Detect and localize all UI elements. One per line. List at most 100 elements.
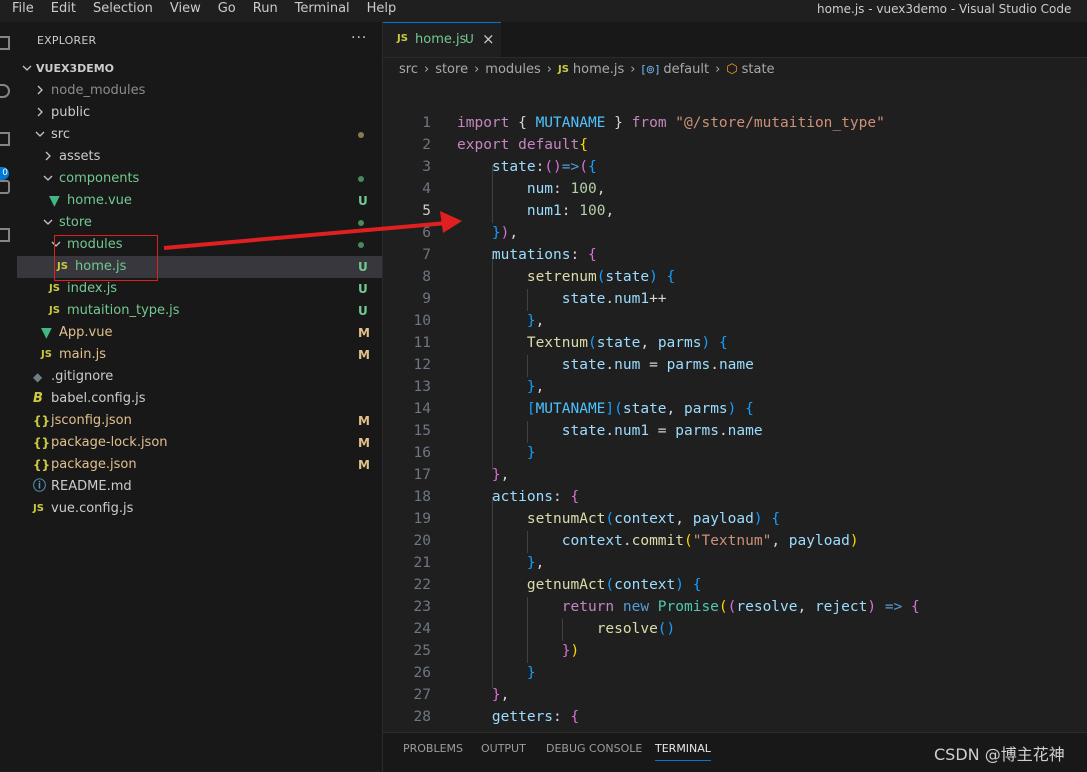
code-line: 24 resolve() xyxy=(383,618,1087,640)
menu-item-terminal[interactable]: Terminal xyxy=(295,0,350,20)
line-number: 10 xyxy=(413,313,431,329)
folder-item[interactable]: assets xyxy=(17,146,382,168)
file-item[interactable]: {} package.json M xyxy=(17,454,382,476)
menu-item-view[interactable]: View xyxy=(170,0,201,20)
menu-item-selection[interactable]: Selection xyxy=(93,0,153,20)
code-token: } xyxy=(526,555,536,571)
root-folder[interactable]: VUEX3DEMO xyxy=(17,58,382,80)
menu-item-file[interactable]: File xyxy=(12,0,34,20)
source-control-icon[interactable] xyxy=(0,132,10,146)
panel-tab-terminal[interactable]: TERMINAL xyxy=(655,742,711,761)
code-token: 100 xyxy=(570,181,597,197)
extensions-icon[interactable] xyxy=(0,228,10,242)
file-item[interactable]: {} jsconfig.json M xyxy=(17,410,382,432)
code-token: num1 xyxy=(614,423,650,439)
folder-item[interactable]: store xyxy=(17,212,382,234)
code-token: { xyxy=(718,335,728,351)
annotation-box xyxy=(54,235,158,281)
menu-item-help[interactable]: Help xyxy=(367,0,397,20)
file-item[interactable]: {} package-lock.json M xyxy=(17,432,382,454)
line-number: 26 xyxy=(413,665,431,681)
file-name: vue.config.js xyxy=(51,501,134,516)
breadcrumb-item[interactable]: default xyxy=(663,59,709,81)
vue-file-icon: ▼ xyxy=(41,325,52,341)
title-bar: File Edit Selection View Go Run Terminal Help h… xyxy=(0,0,1087,22)
panel-tab-output[interactable]: OUTPUT xyxy=(481,742,526,755)
file-item[interactable]: ◆ .gitignore xyxy=(17,366,382,388)
line-number: 22 xyxy=(413,577,431,593)
line-number: 24 xyxy=(413,621,431,637)
line-number: 19 xyxy=(413,511,431,527)
code-text: } xyxy=(457,662,536,684)
breadcrumb-item[interactable]: src xyxy=(399,59,418,81)
code-token: name xyxy=(727,423,763,439)
search-icon[interactable] xyxy=(0,84,10,98)
code-text: }, xyxy=(457,376,544,398)
file-name: node_modules xyxy=(51,83,146,98)
code-token: : xyxy=(535,159,545,175)
file-item[interactable]: JS main.js M xyxy=(17,344,382,366)
code-text: mutations: { xyxy=(457,244,597,266)
code-token: . xyxy=(710,357,719,373)
file-item[interactable]: JS index.js U xyxy=(17,278,382,300)
code-editor[interactable]: 1 import { MUTANAME } from "@/store/mutai… xyxy=(383,82,1087,732)
code-token: () xyxy=(544,159,562,175)
code-token: { xyxy=(570,709,580,725)
tab-home-js[interactable]: JS home.js U × xyxy=(383,22,501,57)
folder-item[interactable]: components xyxy=(17,168,382,190)
panel-tab-debug-console[interactable]: DEBUG CONSOLE xyxy=(546,742,642,755)
line-number: 25 xyxy=(413,643,431,659)
code-token: ( xyxy=(614,401,623,417)
code-token: , xyxy=(640,335,658,351)
code-text: actions: { xyxy=(457,486,579,508)
code-text: state.num1 = parms.name xyxy=(457,420,763,442)
menu-item-run[interactable]: Run xyxy=(253,0,278,20)
file-item[interactable]: JS mutaition_type.js U xyxy=(17,300,382,322)
code-text: state.num = parms.name xyxy=(457,354,754,376)
code-token: } xyxy=(491,225,501,241)
menu-item-go[interactable]: Go xyxy=(218,0,236,20)
git-status-badge: M xyxy=(358,436,370,450)
code-token: MUTANAME xyxy=(535,401,606,417)
folder-item[interactable]: public xyxy=(17,102,382,124)
file-name: home.vue xyxy=(67,193,132,208)
js-file-icon: JS xyxy=(397,33,408,44)
breadcrumb-item[interactable]: state xyxy=(742,59,775,81)
close-icon[interactable]: × xyxy=(482,30,495,48)
code-token: [ xyxy=(526,401,536,417)
menu-item-edit[interactable]: Edit xyxy=(51,0,76,20)
code-token: num1 xyxy=(614,291,650,307)
vue-file-icon: ▼ xyxy=(49,193,60,209)
file-item[interactable]: Bbabel.config.js xyxy=(17,388,382,410)
code-token: { xyxy=(692,577,702,593)
file-name: package-lock.json xyxy=(51,435,168,450)
file-name: App.vue xyxy=(59,325,113,340)
file-item[interactable]: JS vue.config.js xyxy=(17,498,382,520)
breadcrumb-item[interactable]: home.js xyxy=(573,59,624,81)
more-actions-icon[interactable]: ··· xyxy=(351,30,367,46)
file-item[interactable]: ⓘ README.md xyxy=(17,476,382,498)
code-token: ) xyxy=(849,533,859,549)
code-token: "Textnum" xyxy=(692,533,772,549)
explorer-icon[interactable] xyxy=(0,36,10,50)
window-title: home.js - vuex3demo - Visual Studio Code xyxy=(817,2,1072,16)
code-token: context xyxy=(561,533,623,549)
code-token: payload xyxy=(692,511,754,527)
breadcrumb-item[interactable]: store xyxy=(435,59,468,81)
code-text: context.commit("Textnum", payload) xyxy=(457,530,859,552)
file-item[interactable]: ▼ App.vue M xyxy=(17,322,382,344)
folder-item[interactable]: src xyxy=(17,124,382,146)
code-token: ] xyxy=(605,401,615,417)
file-item[interactable]: ▼ home.vue U xyxy=(17,190,382,212)
run-debug-icon[interactable] xyxy=(0,180,10,194)
line-number: 21 xyxy=(413,555,431,571)
panel-tab-problems[interactable]: PROBLEMS xyxy=(403,742,463,755)
folder-item[interactable]: node_modules xyxy=(17,80,382,102)
code-token: { xyxy=(587,159,597,175)
chevron-down-icon xyxy=(43,168,53,190)
code-token: ( xyxy=(605,511,615,527)
breadcrumb-item[interactable]: modules xyxy=(485,59,541,81)
